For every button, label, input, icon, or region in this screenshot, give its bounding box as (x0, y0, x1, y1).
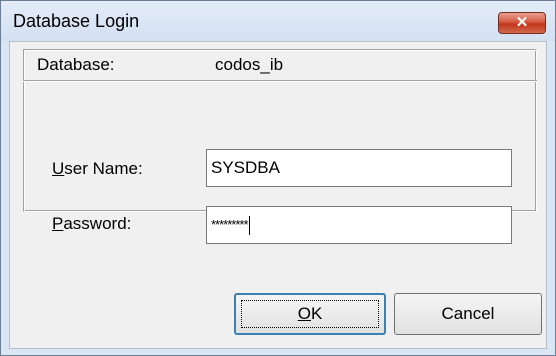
login-dialog: Database Login ✕ Database: codos_ib User… (0, 0, 556, 356)
database-label: Database: (37, 55, 115, 74)
username-label: User Name: (52, 159, 143, 178)
focus-rectangle (241, 300, 379, 328)
group-divider (23, 80, 537, 82)
title-bar[interactable]: Database Login ✕ (1, 1, 555, 41)
close-button[interactable]: ✕ (498, 12, 546, 34)
username-field[interactable]: SYSDBA (206, 149, 512, 187)
password-field[interactable]: ********* (206, 206, 512, 244)
database-value: codos_ib (215, 55, 284, 74)
cancel-button[interactable]: Cancel (394, 293, 542, 335)
text-caret (248, 216, 250, 236)
close-icon: ✕ (515, 14, 529, 31)
password-label: Password: (52, 214, 132, 233)
ok-button[interactable]: OK (234, 293, 386, 335)
window-title: Database Login (13, 11, 140, 31)
